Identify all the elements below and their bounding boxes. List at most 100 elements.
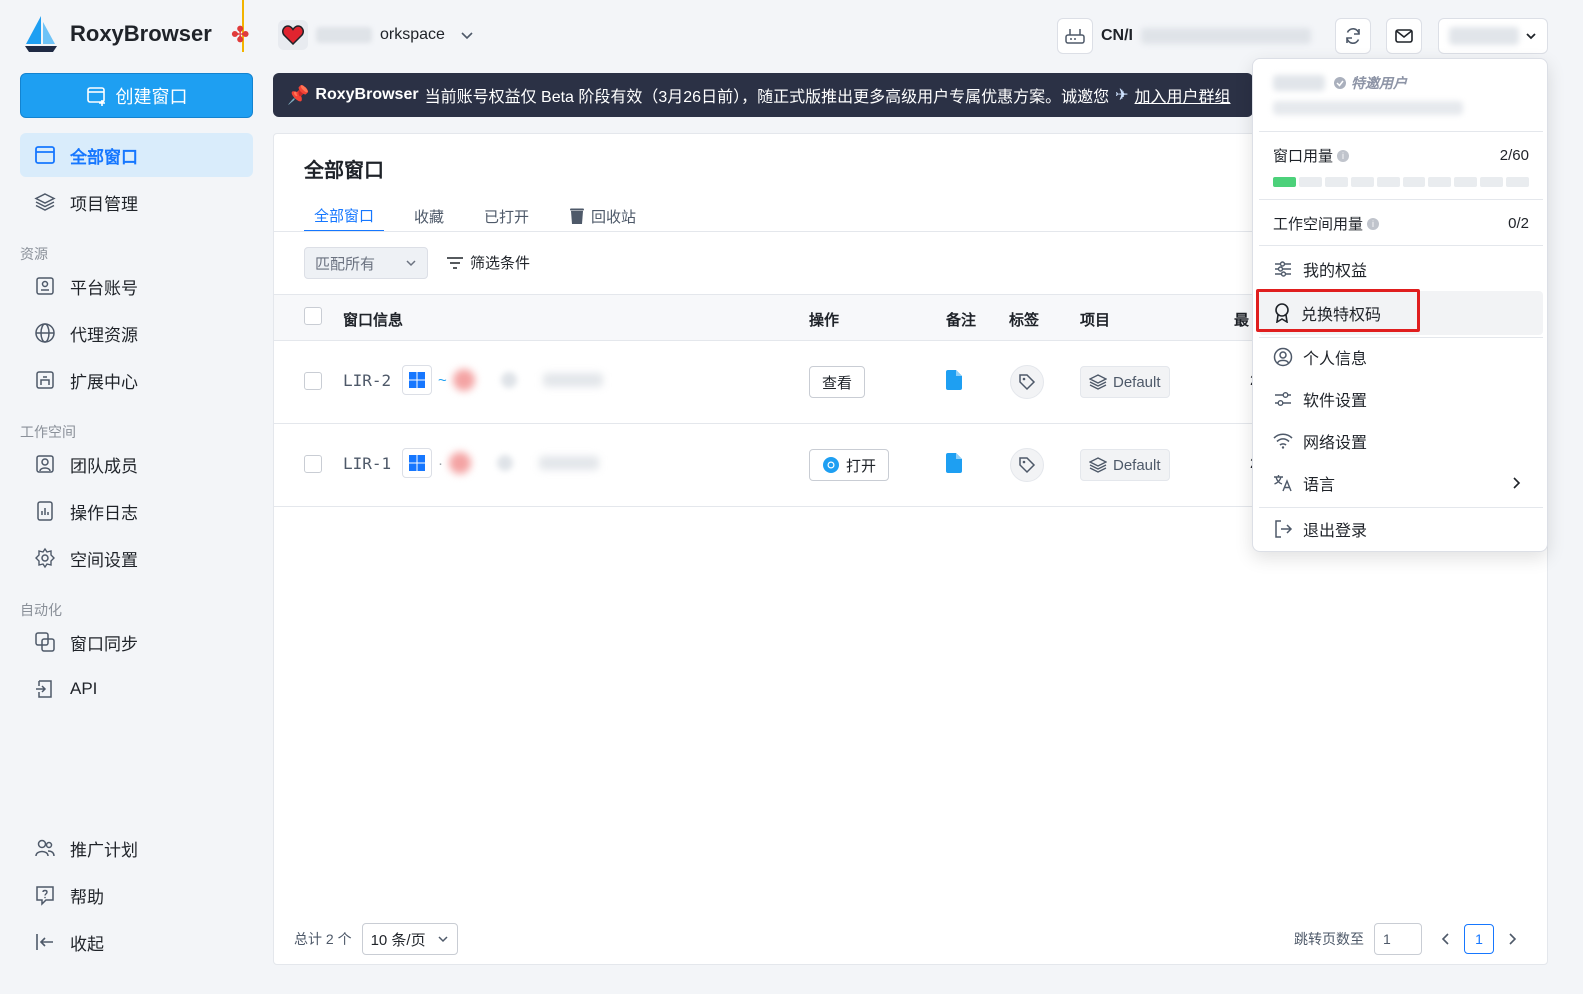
divider: [1259, 507, 1543, 508]
jump-value: 1: [1383, 931, 1391, 947]
sidebar-item-projects[interactable]: 项目管理: [20, 180, 253, 224]
menu-item-logout[interactable]: 退出登录: [1259, 509, 1543, 549]
usage-segment: [1454, 177, 1478, 187]
app-name: RoxyBrowser: [70, 21, 212, 46]
topbar-actions: [1335, 18, 1422, 54]
page-title: 全部窗口: [304, 160, 384, 182]
sidebar-item-api[interactable]: API: [20, 667, 253, 711]
sidebar-item-label: 全部窗口: [70, 147, 138, 167]
heart-icon: [282, 25, 304, 45]
invited-user-badge: 特邀用户: [1333, 73, 1407, 93]
section-workspace: 工作空间: [20, 424, 76, 440]
info-icon[interactable]: i: [1337, 149, 1350, 162]
jump-page-input[interactable]: 1: [1374, 923, 1422, 955]
chevron-down-icon: [406, 260, 416, 267]
usage-segment: [1324, 177, 1348, 187]
chevron-left-icon[interactable]: [1438, 931, 1454, 947]
sidebar-item-help[interactable]: 帮助: [20, 873, 253, 917]
router-icon: [1065, 29, 1085, 44]
menu-item-network-settings[interactable]: 网络设置: [1259, 421, 1543, 461]
tab-favorites[interactable]: 收藏: [404, 200, 454, 232]
divider: [1259, 199, 1543, 200]
sidebar-item-extensions[interactable]: 扩展中心: [20, 358, 253, 402]
collapse-icon: [34, 931, 56, 953]
sidebar-item-platform-accounts[interactable]: 平台账号: [20, 264, 253, 308]
chevron-down-icon: [438, 936, 448, 943]
sidebar-item-all-windows[interactable]: 全部窗口: [20, 133, 253, 177]
tag-icon: [1010, 365, 1044, 399]
join-group-link[interactable]: 加入用户群组: [1135, 83, 1231, 107]
tag-button[interactable]: [1010, 365, 1044, 399]
menu-item-my-benefits[interactable]: 我的权益: [1259, 249, 1543, 289]
menu-item-personal-info[interactable]: 个人信息: [1259, 337, 1543, 377]
mail-button[interactable]: [1386, 18, 1422, 54]
tab-all-windows[interactable]: 全部窗口: [304, 200, 385, 232]
page-number: 1: [1475, 931, 1483, 947]
project-name: Default: [1113, 373, 1161, 391]
user-menu-button[interactable]: [1438, 18, 1548, 54]
tag-button[interactable]: [1010, 448, 1044, 482]
row-action: 查看: [809, 366, 866, 398]
router-button[interactable]: [1057, 18, 1093, 54]
match-select[interactable]: 匹配所有: [304, 247, 428, 279]
note-file-icon[interactable]: [946, 370, 962, 390]
row-action: 打开: [809, 449, 890, 481]
menu-item-label: 我的权益: [1303, 263, 1368, 280]
page-button-current[interactable]: 1: [1464, 924, 1494, 954]
project-name: Default: [1113, 456, 1161, 474]
tab-label: 回收站: [591, 208, 637, 226]
open-button[interactable]: 打开: [809, 449, 890, 481]
row-serial: LIR-2: [343, 371, 391, 390]
row-checkbox[interactable]: [304, 372, 322, 390]
create-window-button[interactable]: 创建窗口: [20, 73, 253, 118]
window-tabs: 全部窗口 收藏 已打开 回收站: [304, 200, 666, 232]
tag-icon: [1010, 448, 1044, 482]
chevron-right-icon[interactable]: [1504, 931, 1520, 947]
window-usage: 窗口用量 i 2/60: [1273, 145, 1529, 166]
sidebar-item-label: 代理资源: [70, 325, 138, 345]
menu-item-label: 网络设置: [1303, 435, 1368, 452]
sidebar-item-label: 窗口同步: [70, 634, 138, 654]
row-checkbox[interactable]: [304, 455, 322, 473]
tab-opened[interactable]: 已打开: [474, 200, 539, 232]
layers-icon: [1089, 374, 1107, 390]
select-all-checkbox[interactable]: [304, 307, 322, 325]
workspace-usage-label: 工作空间用量: [1273, 216, 1364, 233]
menu-item-software-settings[interactable]: 软件设置: [1259, 379, 1543, 419]
plane-icon: ✈: [1115, 87, 1129, 104]
workspace-selector[interactable]: orkspace: [278, 20, 475, 50]
sidebar-item-space-settings[interactable]: 空间设置: [20, 536, 253, 580]
sidebar-item-operation-log[interactable]: 操作日志: [20, 489, 253, 533]
gear-icon: [34, 547, 56, 569]
chevron-down-icon: [1526, 33, 1536, 40]
sidebar-item-collapse[interactable]: 收起: [20, 920, 253, 964]
ip-address-blurred: [1141, 28, 1311, 44]
workspace-usage: 工作空间用量 i 0/2: [1273, 213, 1529, 234]
refresh-button[interactable]: [1335, 18, 1371, 54]
info-icon[interactable]: i: [1367, 217, 1380, 230]
filter-button[interactable]: 筛选条件: [446, 252, 530, 273]
view-button[interactable]: 查看: [809, 366, 866, 398]
pin-icon: 📌: [287, 84, 310, 105]
menu-item-language[interactable]: 语言: [1259, 463, 1543, 503]
sidebar-item-window-sync[interactable]: 窗口同步: [20, 620, 253, 664]
row-serial: LIR-1: [343, 454, 391, 473]
usage-segment: [1298, 177, 1322, 187]
sidebar-item-label: 收起: [70, 934, 104, 954]
ip-indicator[interactable]: CN/I: [1057, 18, 1311, 54]
note-file-icon[interactable]: [946, 453, 962, 473]
translate-icon: [1274, 475, 1292, 492]
page-size-select[interactable]: 10 条/页: [361, 923, 458, 955]
log-icon: [34, 500, 56, 522]
workspace-usage-value: 0/2: [1508, 215, 1529, 232]
sidebar-item-team-members[interactable]: 团队成员: [20, 442, 253, 486]
sidebar-item-promotion[interactable]: 推广计划: [20, 826, 253, 870]
sidebar-item-label: 平台账号: [70, 278, 138, 298]
blurred-dot: [500, 372, 517, 388]
sidebar-item-proxy[interactable]: 代理资源: [20, 311, 253, 355]
blurred-dot: [497, 455, 513, 471]
menu-item-label: 退出登录: [1303, 523, 1368, 540]
filter-label: 筛选条件: [470, 255, 531, 272]
extension-icon: [34, 369, 56, 391]
tab-recycle-bin[interactable]: 回收站: [559, 200, 646, 232]
